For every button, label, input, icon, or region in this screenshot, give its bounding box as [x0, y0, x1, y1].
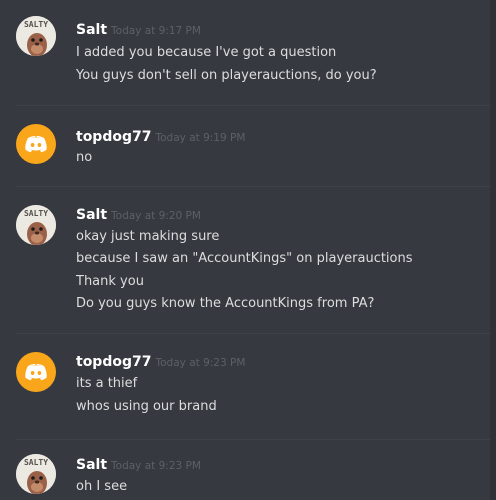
message-timestamp: Today at 9:17 PM: [111, 25, 201, 37]
user-avatar-topdog77[interactable]: [16, 352, 56, 392]
author-name[interactable]: Salt: [76, 22, 107, 38]
message-text: whos using our brand: [76, 399, 217, 414]
message-timestamp: Today at 9:20 PM: [111, 210, 201, 222]
message-divider: [16, 105, 490, 106]
message-author[interactable]: Salt Today at 9:17 PM: [76, 21, 201, 40]
salt-avatar-image: SALTY: [16, 454, 56, 494]
message-author[interactable]: Salt Today at 9:23 PM: [76, 456, 201, 475]
message-text: okay just making sure: [76, 229, 220, 244]
user-avatar-topdog77[interactable]: [16, 124, 56, 164]
message-text: oh I see: [76, 479, 128, 494]
author-name[interactable]: topdog77: [76, 129, 151, 145]
author-name[interactable]: Salt: [76, 457, 107, 473]
message-divider: [16, 186, 490, 187]
salt-avatar-image: SALTY: [16, 205, 56, 245]
message-text: its a thief: [76, 376, 138, 391]
discord-logo-icon: [25, 135, 47, 153]
message-text: Thank you: [76, 274, 144, 289]
message-author[interactable]: topdog77 Today at 9:23 PM: [76, 353, 245, 372]
message-timestamp: Today at 9:23 PM: [111, 460, 201, 472]
user-avatar-salt[interactable]: SALTY: [16, 454, 56, 494]
message-author[interactable]: topdog77 Today at 9:19 PM: [76, 128, 245, 147]
svg-text:SALTY: SALTY: [24, 209, 48, 218]
message-timestamp: Today at 9:19 PM: [155, 132, 246, 144]
message-text: because I saw an "AccountKings" on playe…: [76, 251, 413, 266]
discord-logo-icon: [25, 363, 47, 381]
message-text: You guys don't sell on playerauctions, d…: [76, 68, 377, 83]
message-divider: [16, 439, 490, 440]
message-text: Do you guys know the AccountKings from P…: [76, 296, 375, 311]
user-avatar-salt[interactable]: SALTY: [16, 205, 56, 245]
salt-avatar-image: SALTY: [16, 16, 56, 56]
user-avatar-salt[interactable]: SALTY: [16, 16, 56, 56]
message-divider: [16, 333, 490, 334]
author-name[interactable]: topdog77: [76, 354, 151, 370]
svg-text:SALTY: SALTY: [24, 20, 48, 29]
message-text: no: [76, 150, 93, 165]
author-name[interactable]: Salt: [76, 207, 107, 223]
scrollbar-track[interactable]: [490, 0, 496, 500]
message-text: I added you because I've got a question: [76, 45, 337, 60]
message-author[interactable]: Salt Today at 9:20 PM: [76, 206, 201, 225]
message-timestamp: Today at 9:23 PM: [155, 357, 246, 369]
svg-text:SALTY: SALTY: [24, 458, 48, 467]
chat-message-list[interactable]: SALTY Salt Today at 9:17 PM I added you b…: [0, 0, 490, 500]
